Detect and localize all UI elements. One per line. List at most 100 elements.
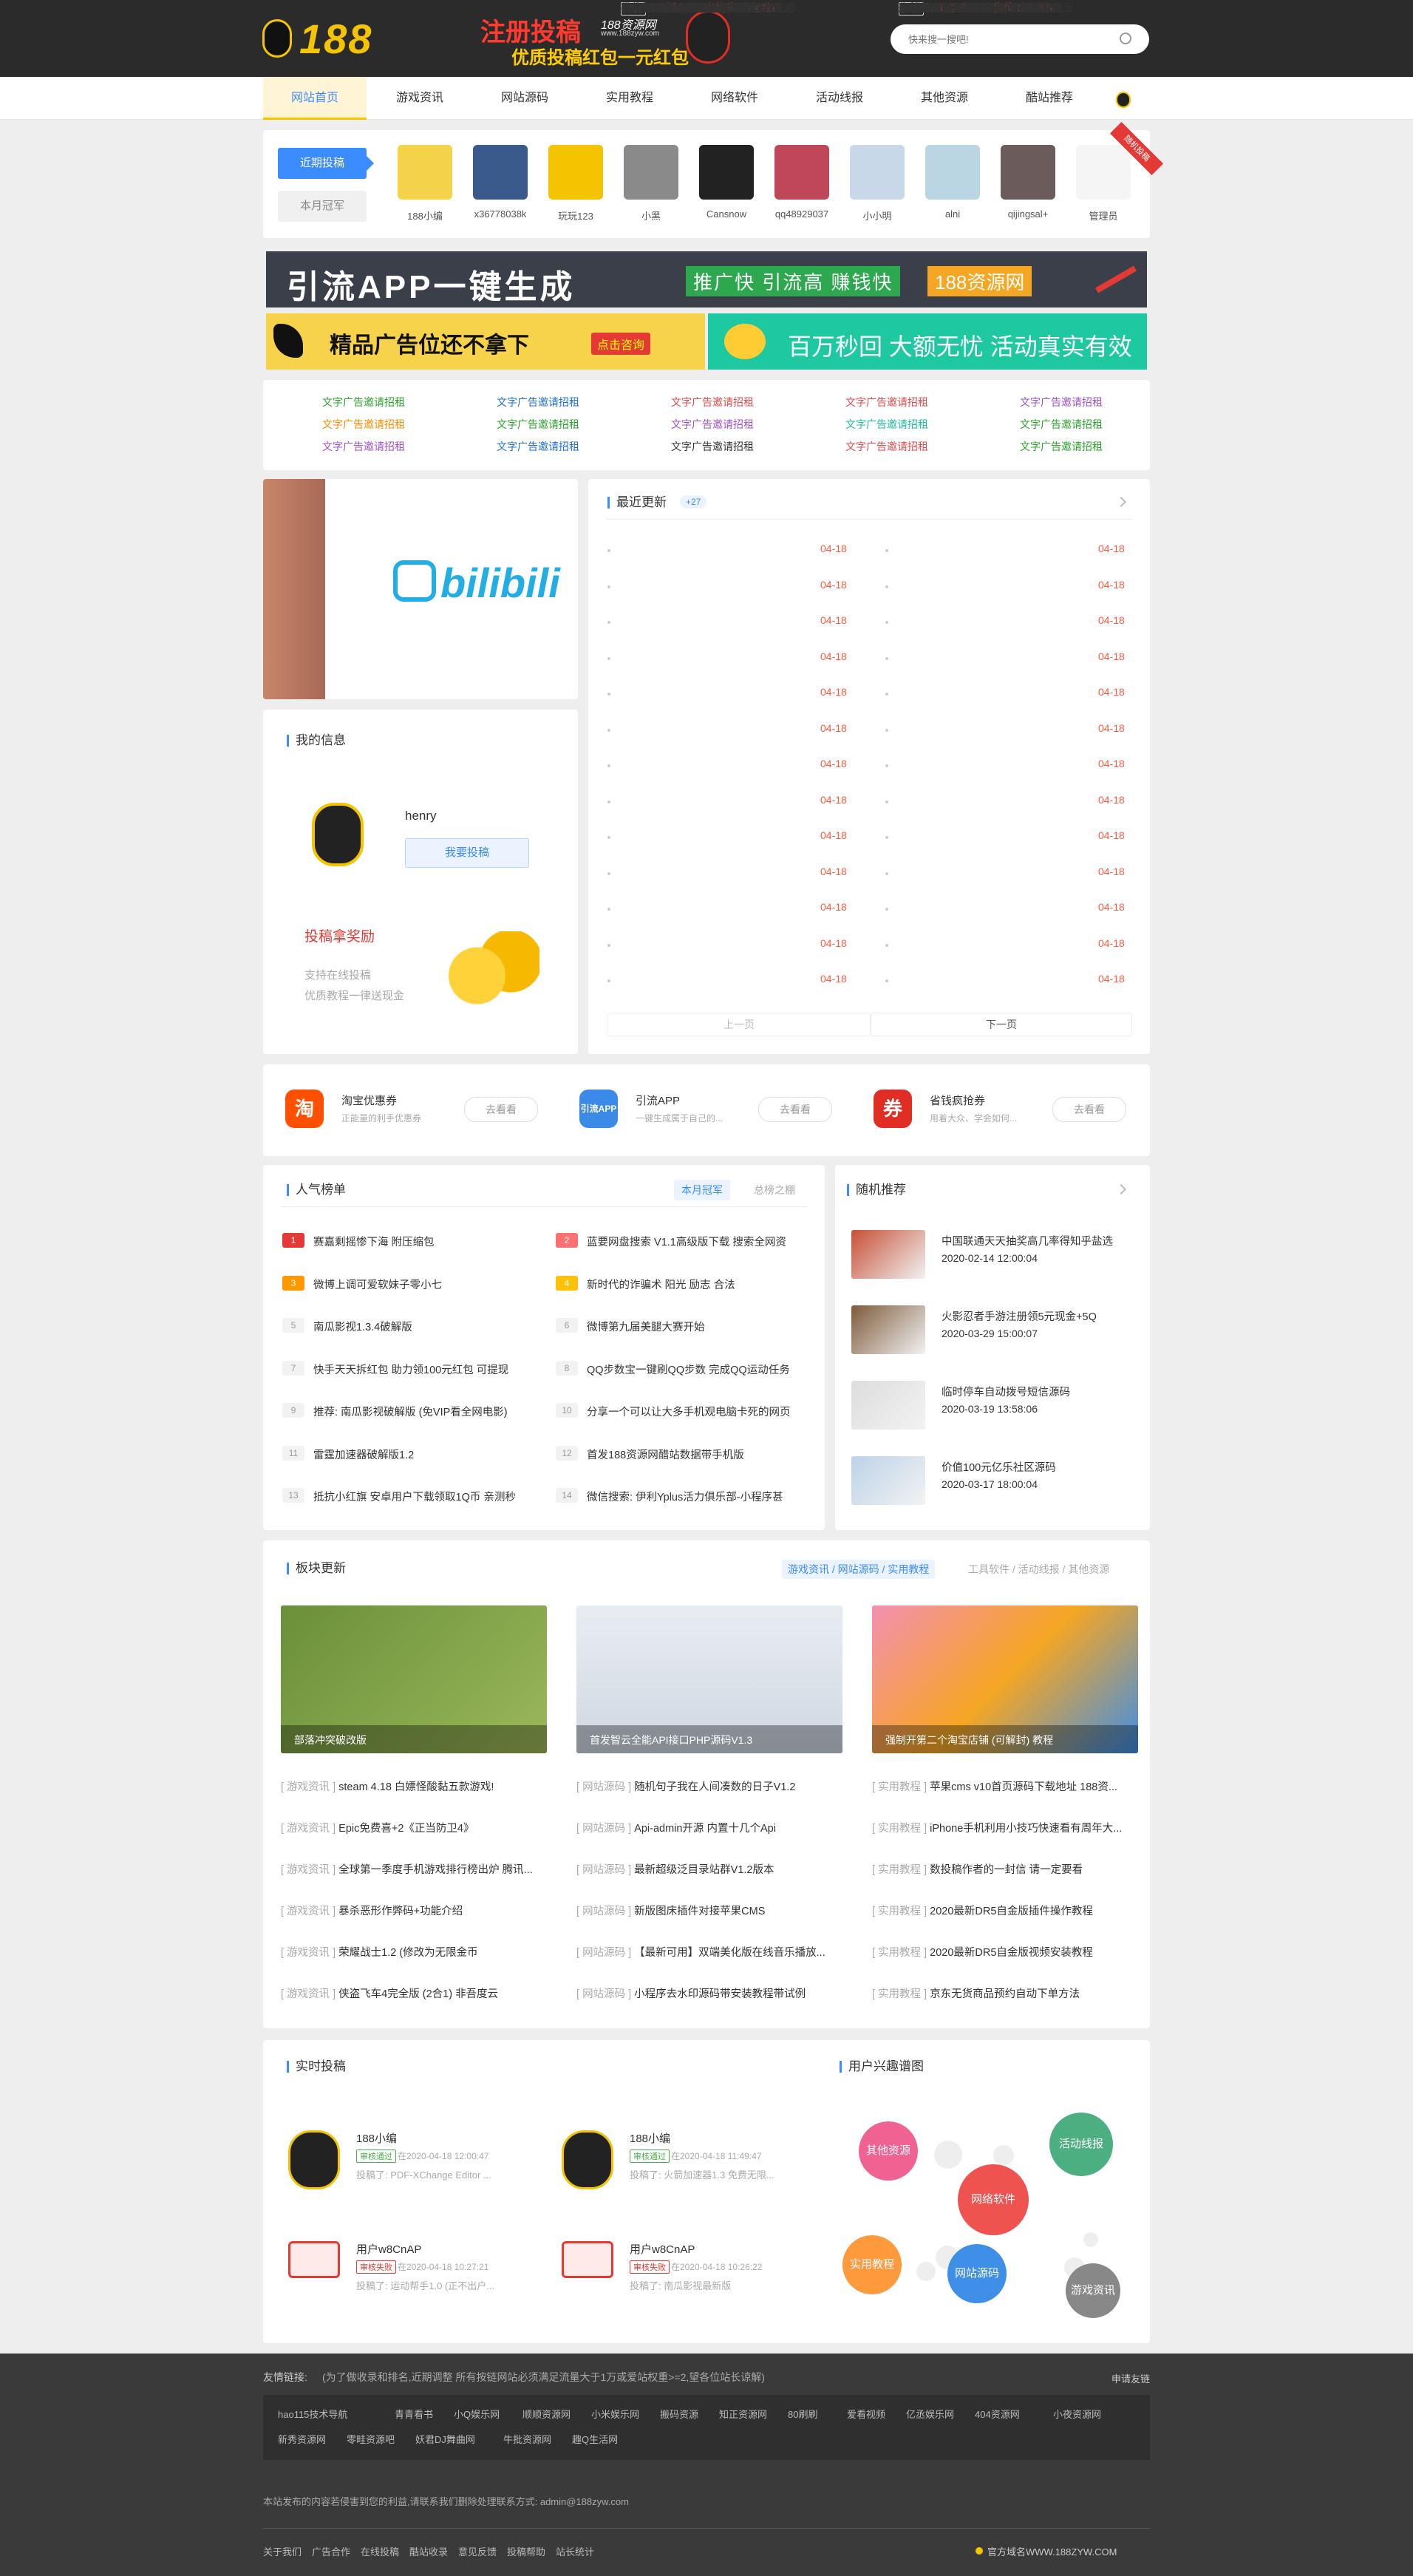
block-link[interactable]: [ 实用教程 ] iPhone手机利用小技巧快速看有周年大... bbox=[872, 1820, 1138, 1835]
random-title[interactable]: 中国联通天天抽奖高几率得知乎盐选 bbox=[942, 1233, 1134, 1248]
update-link[interactable]: 百度网盘镜利包 部分用户可197元... bbox=[621, 0, 806, 16]
block-link[interactable]: [ 游戏资讯 ] 侠盗飞车4完全版 (2合1) 非吾度云 bbox=[281, 1985, 547, 2001]
contributor-item[interactable]: 玩玩123 bbox=[542, 145, 609, 234]
blocks-tab-other[interactable]: 工具软件 / 活动线报 / 其他资源 bbox=[968, 1562, 1109, 1577]
ad-banner-app[interactable]: 引流APP一键生成 推广快 引流高 赚钱快 188资源网 bbox=[266, 251, 1147, 307]
text-ad-link[interactable]: 文字广告邀请招租 bbox=[322, 439, 405, 454]
popular-link[interactable]: 推荐: 南瓜影视破解版 (免VIP看全网电影) bbox=[313, 1404, 535, 1419]
app-go-button[interactable]: 去看看 bbox=[464, 1097, 538, 1122]
block-thumbnail[interactable]: 强制开第二个淘宝店铺 (可解封) 教程 bbox=[872, 1605, 1138, 1753]
friend-link[interactable]: 小米娱乐网 bbox=[591, 2407, 639, 2421]
interest-bubble[interactable]: 其他资源 bbox=[859, 2121, 918, 2181]
contributor-item[interactable]: 188小编 bbox=[392, 145, 458, 234]
text-ad-link[interactable]: 文字广告邀请招租 bbox=[497, 395, 579, 409]
app-go-button[interactable]: 去看看 bbox=[758, 1097, 832, 1122]
footer-link[interactable]: 广告合作 bbox=[312, 2544, 350, 2558]
random-thumbnail[interactable] bbox=[851, 1305, 925, 1354]
block-link[interactable]: [ 游戏资讯 ] steam 4.18 白嫖怪酸黏五款游戏! bbox=[281, 1778, 547, 1794]
text-ad-link[interactable]: 文字广告邀请招租 bbox=[322, 417, 405, 432]
text-ad-link[interactable]: 文字广告邀请招租 bbox=[845, 439, 928, 454]
nav-item[interactable]: 其他资源 bbox=[893, 77, 996, 120]
footer-link[interactable]: 在线投稿 bbox=[361, 2544, 399, 2558]
nav-item[interactable]: 游戏资讯 bbox=[368, 77, 471, 120]
block-link[interactable]: [ 实用教程 ] 2020最新DR5自金版插件操作教程 bbox=[872, 1903, 1138, 1918]
text-ad-link[interactable]: 文字广告邀请招租 bbox=[322, 395, 405, 409]
footer-link[interactable]: 投稿帮助 bbox=[507, 2544, 545, 2558]
friend-link[interactable]: 趣Q生活网 bbox=[572, 2432, 618, 2446]
block-link[interactable]: [ 游戏资讯 ] Epic免费喜+2《正当防卫4》 bbox=[281, 1820, 547, 1835]
block-link[interactable]: [ 实用教程 ] 京东无货商品预约自动下单方法 bbox=[872, 1985, 1138, 2001]
user-avatar-icon[interactable] bbox=[1116, 92, 1131, 108]
friend-link[interactable]: 新秀资源网 bbox=[278, 2432, 326, 2446]
random-thumbnail[interactable] bbox=[851, 1456, 925, 1505]
friend-link[interactable]: 80刷刷 bbox=[788, 2407, 817, 2421]
random-title[interactable]: 临时停车自动拨号短信源码 bbox=[942, 1384, 1134, 1399]
popular-link[interactable]: 雷霆加速器破解版1.2 bbox=[313, 1447, 535, 1462]
contributor-item[interactable]: qq48929037 bbox=[769, 145, 835, 234]
interest-bubble[interactable]: 网络软件 bbox=[958, 2164, 1029, 2235]
text-ad-link[interactable]: 文字广告邀请招租 bbox=[1020, 417, 1103, 432]
friend-link[interactable]: 亿丞娱乐网 bbox=[906, 2407, 954, 2421]
block-link[interactable]: [ 实用教程 ] 苹果cms v10首页源码下载地址 188资... bbox=[872, 1778, 1138, 1794]
block-link[interactable]: [ 网站源码 ] 随机句子我在人间凑数的日子V1.2 bbox=[576, 1778, 842, 1794]
popular-link[interactable]: 微博上调可爱软妹子零小七 bbox=[313, 1277, 535, 1292]
friend-link[interactable]: 牛批资源网 bbox=[503, 2432, 551, 2446]
block-thumbnail[interactable]: 部落冲突破改版 bbox=[281, 1605, 547, 1753]
popular-link[interactable]: 赛嘉剩摇惨下海 附压缩包 bbox=[313, 1234, 535, 1249]
text-ad-link[interactable]: 文字广告邀请招租 bbox=[845, 395, 928, 409]
submit-post-button[interactable]: 我要投稿 bbox=[405, 838, 529, 868]
friend-link[interactable]: 零畦资源吧 bbox=[347, 2432, 395, 2446]
nav-item[interactable]: 网站首页 bbox=[263, 77, 367, 120]
random-thumbnail[interactable] bbox=[851, 1381, 925, 1430]
popular-link[interactable]: 分享一个可以让大多手机观电脑卡死的网页 bbox=[587, 1404, 808, 1419]
friend-link[interactable]: 爱看视频 bbox=[847, 2407, 885, 2421]
friend-link[interactable]: 妖君DJ舞曲网 bbox=[415, 2432, 475, 2446]
next-page-button[interactable]: 下一页 bbox=[871, 1013, 1132, 1036]
block-link[interactable]: [ 网站源码 ] 小程序去水印源码带安装教程带试例 bbox=[576, 1985, 842, 2001]
nav-item[interactable]: 网站源码 bbox=[473, 77, 576, 120]
tab-all-time[interactable]: 总榜之棚 bbox=[746, 1180, 803, 1200]
ad-left-button[interactable]: 点击咨询 bbox=[591, 333, 651, 355]
block-link[interactable]: [ 游戏资讯 ] 暴杀恶形作弊码+功能介绍 bbox=[281, 1903, 547, 1918]
tab-month-champion[interactable]: 本月冠军 bbox=[278, 191, 367, 222]
search-input[interactable] bbox=[908, 31, 1115, 47]
popular-link[interactable]: 快手天天拆红包 助力领100元红包 可提现 bbox=[313, 1362, 535, 1377]
friend-link[interactable]: 青青看书 bbox=[395, 2407, 433, 2421]
contributor-item[interactable]: 小小明 bbox=[844, 145, 910, 234]
block-link[interactable]: [ 网站源码 ] 【最新可用】双端美化版在线音乐播放... bbox=[576, 1944, 842, 1960]
footer-link[interactable]: 意见反馈 bbox=[458, 2544, 497, 2558]
nav-item[interactable]: 网络软件 bbox=[683, 77, 786, 120]
block-link[interactable]: [ 游戏资讯 ] 全球第一季度手机游戏排行榜出炉 腾讯... bbox=[281, 1861, 547, 1877]
contributor-item[interactable]: qijingsal+ bbox=[995, 145, 1061, 234]
footer-link[interactable]: 站长统计 bbox=[556, 2544, 594, 2558]
text-ad-link[interactable]: 文字广告邀请招租 bbox=[845, 417, 928, 432]
nav-item[interactable]: 活动线报 bbox=[788, 77, 891, 120]
popular-link[interactable]: 首发188资源网醋站数据带手机版 bbox=[587, 1447, 808, 1462]
friend-link[interactable]: hao115技术导航 bbox=[278, 2407, 347, 2421]
block-link[interactable]: [ 实用教程 ] 2020最新DR5自金版视频安装教程 bbox=[872, 1944, 1138, 1960]
text-ad-link[interactable]: 文字广告邀请招租 bbox=[671, 395, 754, 409]
contributor-item[interactable]: alni bbox=[919, 145, 986, 234]
footer-link[interactable]: 酷站收录 bbox=[409, 2544, 448, 2558]
interest-bubble[interactable]: 游戏资讯 bbox=[1066, 2263, 1120, 2318]
slider-panel[interactable]: bilibili bbox=[263, 479, 578, 699]
text-ad-link[interactable]: 文字广告邀请招租 bbox=[497, 417, 579, 432]
random-title[interactable]: 火影忍者手游注册领5元现金+5Q bbox=[942, 1308, 1134, 1324]
contributor-item[interactable]: 管理员 bbox=[1070, 145, 1137, 234]
interest-bubble[interactable]: 网站源码 bbox=[947, 2244, 1007, 2303]
site-logo[interactable]: 188 bbox=[262, 15, 403, 62]
app-go-button[interactable]: 去看看 bbox=[1052, 1097, 1126, 1122]
header-banner[interactable]: 注册投稿 188资源网 www.188zyw.com 优质投稿红包一元红包 bbox=[479, 10, 752, 68]
contributor-item[interactable]: Cansnow bbox=[693, 145, 760, 234]
popular-link[interactable]: 微信搜索: 伊利Yplus活力俱乐部-小程序甚 bbox=[587, 1489, 808, 1504]
update-link[interactable]: DNF会员关怀 幸运用户免费领取黑... bbox=[899, 0, 1083, 16]
apply-link[interactable]: 申请友链 bbox=[1111, 2371, 1150, 2385]
friend-link[interactable]: 小夜资源网 bbox=[1053, 2407, 1101, 2421]
text-ad-link[interactable]: 文字广告邀请招租 bbox=[1020, 395, 1103, 409]
popular-link[interactable]: 抵抗小红旗 安卓用户下载领取1Q币 亲测秒 bbox=[313, 1489, 535, 1504]
contributor-item[interactable]: 小黑 bbox=[618, 145, 684, 234]
search-box[interactable] bbox=[891, 24, 1149, 54]
prev-page-button[interactable]: 上一页 bbox=[607, 1013, 871, 1036]
popular-link[interactable]: QQ步数宝一键刷QQ步数 完成QQ运动任务 bbox=[587, 1362, 808, 1377]
footer-link[interactable]: 关于我们 bbox=[263, 2544, 302, 2558]
